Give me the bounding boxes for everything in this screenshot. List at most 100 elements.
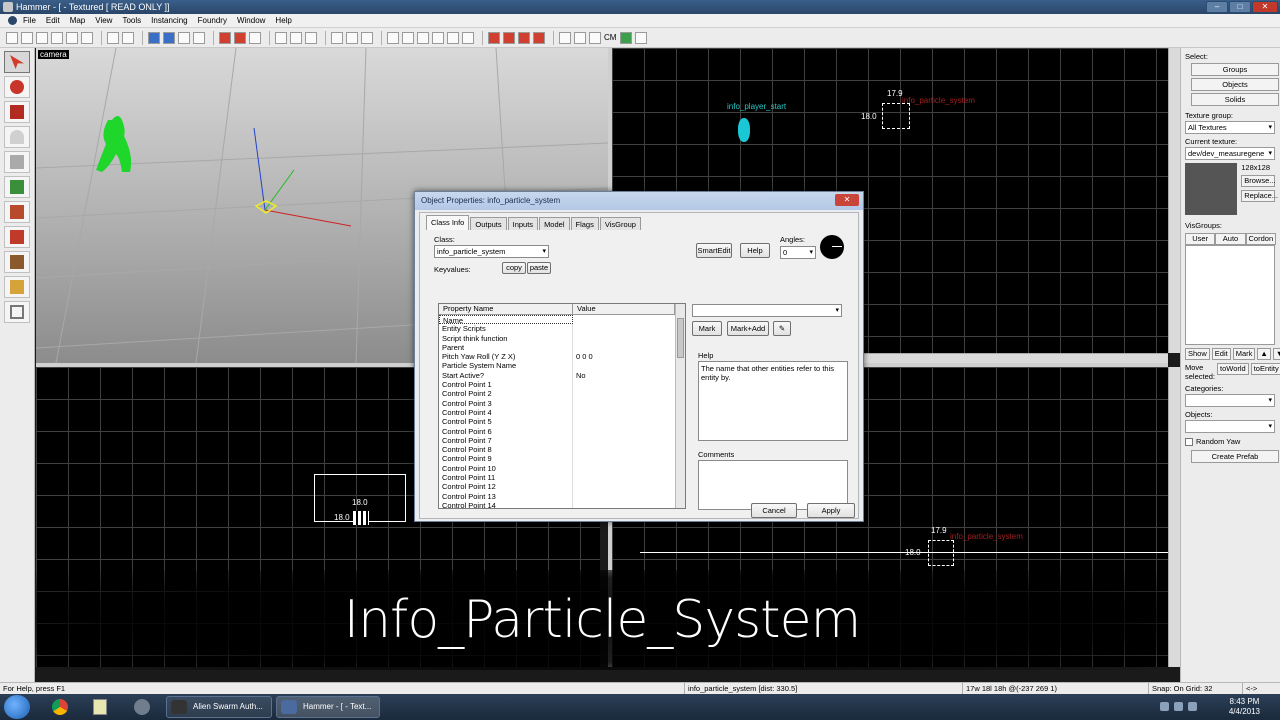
cordon-icon[interactable] <box>589 31 601 44</box>
column-property-name[interactable]: Property Name <box>439 304 573 314</box>
property-row[interactable]: Control Point 6 <box>439 426 685 436</box>
menu-view[interactable]: View <box>95 16 112 25</box>
property-row[interactable]: Control Point 8 <box>439 445 685 455</box>
tray-network-icon[interactable] <box>1174 702 1183 711</box>
property-row[interactable]: Particle System Name <box>439 361 685 371</box>
smartedit-toggle[interactable]: SmartEdit <box>696 243 732 258</box>
property-row[interactable]: Control Point 12 <box>439 482 685 492</box>
align-left-icon[interactable] <box>402 31 414 44</box>
ungroup-icon[interactable] <box>178 31 190 44</box>
run-map-icon[interactable] <box>620 31 633 44</box>
property-row[interactable]: Control Point 11 <box>439 473 685 483</box>
property-row[interactable]: Control Point 7 <box>439 435 685 446</box>
help-button[interactable]: Help <box>740 243 770 258</box>
particle-selection-box[interactable] <box>882 103 910 129</box>
property-row[interactable]: Control Point 13 <box>439 491 685 501</box>
lighting-preview-icon[interactable] <box>635 31 648 44</box>
tab-model[interactable]: Model <box>539 217 570 230</box>
replace-button[interactable]: Replace... <box>1241 190 1278 202</box>
categories-select[interactable] <box>1185 394 1275 407</box>
copy-button[interactable]: copy <box>502 262 526 274</box>
paste-icon[interactable] <box>305 31 317 44</box>
show-selected-icon[interactable] <box>533 31 545 44</box>
property-row[interactable]: Name <box>439 315 685 325</box>
angle-dial-icon[interactable] <box>820 235 844 259</box>
property-row[interactable]: Control Point 2 <box>439 389 685 399</box>
column-value[interactable]: Value <box>573 304 675 314</box>
visgroup-tab-user[interactable]: User <box>1185 233 1216 245</box>
taskbar-hammer[interactable]: Hammer - [ - Text... <box>276 696 380 718</box>
grid-toggle-icon[interactable] <box>6 31 18 44</box>
texture-tool-button[interactable] <box>4 176 30 198</box>
property-row[interactable]: Control Point 3 <box>439 398 685 408</box>
tab-outputs[interactable]: Outputs <box>470 217 507 230</box>
current-texture-select[interactable]: dev/dev_measuregene <box>1185 147 1275 160</box>
visgroup-tab-auto[interactable]: Auto <box>1215 233 1246 245</box>
minimize-button[interactable]: – <box>1206 1 1228 13</box>
select-objects-button[interactable]: Objects <box>1191 78 1279 91</box>
clock[interactable]: 8:43 PM 4/4/2013 <box>1229 697 1260 717</box>
apply-texture-button[interactable] <box>4 201 30 223</box>
menu-edit[interactable]: Edit <box>46 16 60 25</box>
toggle-scale-icon[interactable] <box>234 31 246 44</box>
textured-icon[interactable] <box>361 31 373 44</box>
toggle-select-icon[interactable] <box>249 31 261 44</box>
property-row[interactable]: Control Point 9 <box>439 454 685 464</box>
visgroup-down-button[interactable]: ▼ <box>1272 348 1280 360</box>
property-row[interactable]: Control Point 1 <box>439 380 685 390</box>
tray-arrow-icon[interactable] <box>1160 702 1169 711</box>
grid-larger-icon[interactable] <box>36 31 48 44</box>
cm-label[interactable]: CM <box>604 33 616 42</box>
menu-file[interactable]: File <box>23 16 36 25</box>
particle-entity-marker[interactable] <box>353 511 369 525</box>
start-button-icon[interactable] <box>4 695 30 719</box>
property-row[interactable]: Control Point 5 <box>439 417 685 427</box>
visgroup-list[interactable] <box>1185 245 1275 345</box>
paste-button[interactable]: paste <box>527 262 551 274</box>
document-icon[interactable] <box>8 16 17 25</box>
property-row[interactable]: Pitch Yaw Roll (Y Z X) 0 0 0 <box>439 352 685 362</box>
compile-icon[interactable] <box>559 31 571 44</box>
visgroup-mark-button[interactable]: Mark <box>1232 348 1256 360</box>
property-row[interactable]: Start Active? No <box>439 370 685 381</box>
tab-class-info[interactable]: Class Info <box>426 215 470 230</box>
visgroup-up-button[interactable]: ▲ <box>1257 348 1271 360</box>
hide-icon[interactable] <box>193 31 205 44</box>
grid-dots-icon[interactable] <box>66 31 78 44</box>
value-select[interactable] <box>692 304 842 317</box>
wireframe-icon[interactable] <box>331 31 343 44</box>
tab-visgroup[interactable]: VisGroup <box>599 217 641 230</box>
dialog-close-button[interactable]: ✕ <box>835 194 859 206</box>
block-tool-button[interactable] <box>4 151 30 173</box>
property-row[interactable]: Control Point 4 <box>439 407 685 418</box>
property-row[interactable]: Script think function <box>439 333 685 343</box>
mark-button[interactable]: Mark <box>692 321 722 336</box>
chrome-icon[interactable] <box>46 696 74 718</box>
menu-tools[interactable]: Tools <box>122 16 141 25</box>
maximize-button[interactable]: □ <box>1229 1 1251 13</box>
align-bottom-icon[interactable] <box>447 31 459 44</box>
to-world-button[interactable]: toWorld <box>1217 363 1249 375</box>
particle-selection-box[interactable] <box>928 540 954 566</box>
cut-icon[interactable] <box>275 31 287 44</box>
flat-icon[interactable] <box>346 31 358 44</box>
objects-select[interactable] <box>1185 420 1275 433</box>
grid-hex-icon[interactable] <box>81 31 93 44</box>
tab-inputs[interactable]: Inputs <box>507 217 539 230</box>
browse-button[interactable]: Browse... <box>1241 175 1276 187</box>
overlay-tool-button[interactable] <box>4 251 30 273</box>
toggle-texlock-icon[interactable] <box>219 31 231 44</box>
redo-icon[interactable] <box>122 31 134 44</box>
copy-icon[interactable] <box>290 31 302 44</box>
close-button[interactable]: ✕ <box>1252 1 1278 13</box>
undo-icon[interactable] <box>107 31 119 44</box>
menu-window[interactable]: Window <box>237 16 265 25</box>
scrollbar-thumb[interactable] <box>677 318 684 358</box>
visgroup-tab-cordon[interactable]: Cordon <box>1245 233 1276 245</box>
grid-smaller-icon[interactable] <box>21 31 33 44</box>
grid-3d-icon[interactable] <box>51 31 63 44</box>
class-select[interactable]: info_particle_system <box>434 245 549 258</box>
clipping-tool-button[interactable] <box>4 276 30 298</box>
align-top-icon[interactable] <box>432 31 444 44</box>
property-row[interactable]: Entity Scripts <box>439 324 685 334</box>
